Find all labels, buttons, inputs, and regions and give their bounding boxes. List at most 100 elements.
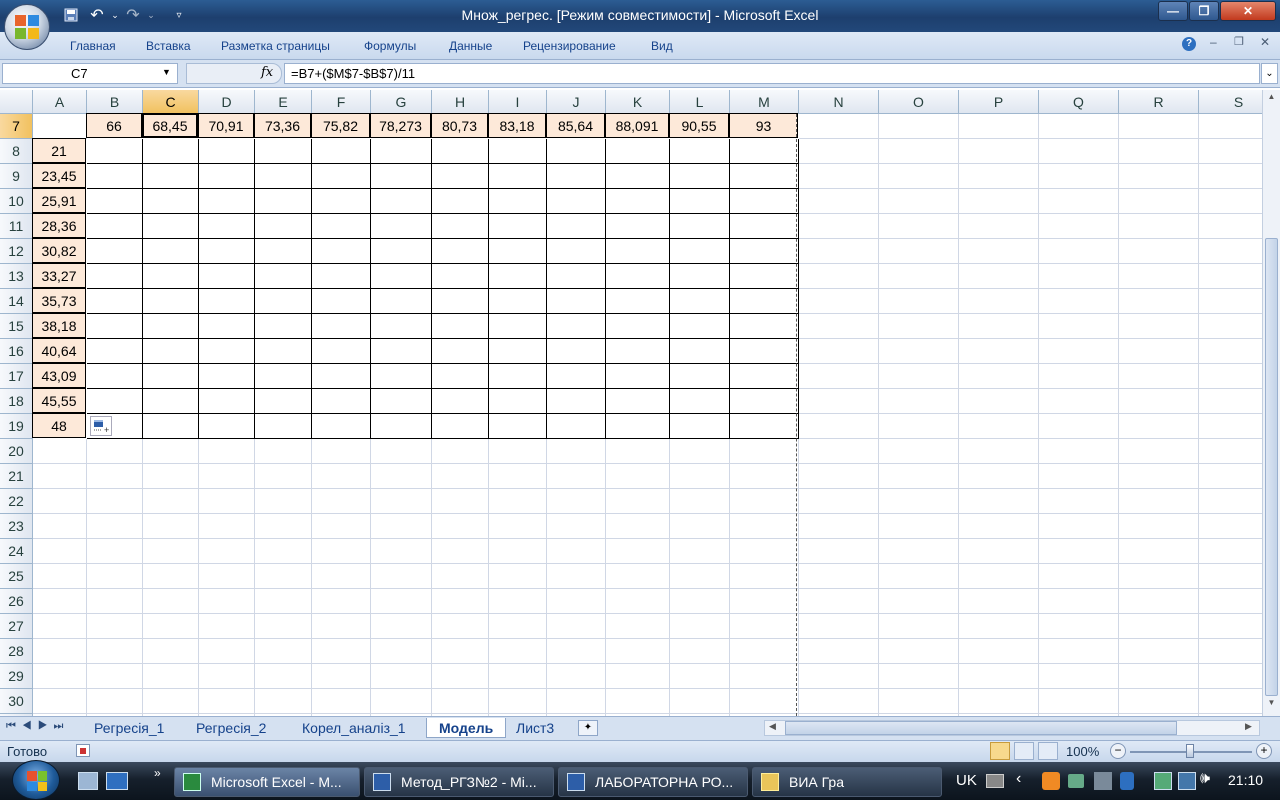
cell-e24[interactable] xyxy=(255,539,312,564)
cell-m15[interactable] xyxy=(730,314,799,339)
cell-o18[interactable] xyxy=(879,389,959,414)
cell-r15[interactable] xyxy=(1119,314,1199,339)
name-box[interactable]: C7 xyxy=(2,63,178,84)
minimize-button[interactable]: — xyxy=(1158,1,1188,21)
cell-o9[interactable] xyxy=(879,164,959,189)
cell-j13[interactable] xyxy=(547,264,606,289)
column-header-j[interactable]: J xyxy=(547,90,606,114)
cell-p14[interactable] xyxy=(959,289,1039,314)
redo-icon[interactable]: ↷ xyxy=(124,6,142,24)
cell-h26[interactable] xyxy=(432,589,489,614)
cell-j26[interactable] xyxy=(547,589,606,614)
cell-q25[interactable] xyxy=(1039,564,1119,589)
cell-m10[interactable] xyxy=(730,189,799,214)
cell-r12[interactable] xyxy=(1119,239,1199,264)
cell-n12[interactable] xyxy=(799,239,879,264)
cell-p29[interactable] xyxy=(959,664,1039,689)
cell-b14[interactable] xyxy=(87,289,143,314)
cell-j17[interactable] xyxy=(547,364,606,389)
cell-o21[interactable] xyxy=(879,464,959,489)
cell-b21[interactable] xyxy=(87,464,143,489)
scroll-left-icon[interactable]: ◀ xyxy=(769,721,776,732)
cell-s12[interactable] xyxy=(1199,239,1262,264)
row-header-16[interactable]: 16 xyxy=(0,339,33,364)
autofill-options-icon[interactable]: + xyxy=(90,416,112,436)
cell-i12[interactable] xyxy=(489,239,547,264)
cell-c10[interactable] xyxy=(143,189,199,214)
cell-e14[interactable] xyxy=(255,289,312,314)
undo-dropdown-icon[interactable]: ⌄ xyxy=(106,6,124,24)
cell-q27[interactable] xyxy=(1039,614,1119,639)
cell-m17[interactable] xyxy=(730,364,799,389)
cell-h17[interactable] xyxy=(432,364,489,389)
cell-p30[interactable] xyxy=(959,689,1039,714)
cell-m30[interactable] xyxy=(730,689,799,714)
cell-e17[interactable] xyxy=(255,364,312,389)
cell-q18[interactable] xyxy=(1039,389,1119,414)
tray-network-icon[interactable] xyxy=(1068,774,1084,788)
tray-app-icon[interactable] xyxy=(1042,772,1060,790)
keyboard-icon[interactable] xyxy=(986,774,1004,788)
cell-c27[interactable] xyxy=(143,614,199,639)
cell-r30[interactable] xyxy=(1119,689,1199,714)
cell-i21[interactable] xyxy=(489,464,547,489)
cell-h30[interactable] xyxy=(432,689,489,714)
cell-j21[interactable] xyxy=(547,464,606,489)
zoom-out-icon[interactable]: − xyxy=(1110,743,1126,759)
cell-h20[interactable] xyxy=(432,439,489,464)
cell-f25[interactable] xyxy=(312,564,371,589)
cell-f15[interactable] xyxy=(312,314,371,339)
scroll-right-icon[interactable]: ▶ xyxy=(1245,721,1252,732)
cell-a8[interactable]: 21 xyxy=(32,138,86,163)
cell-h7[interactable]: 80,73 xyxy=(431,113,488,138)
cell-j15[interactable] xyxy=(547,314,606,339)
cell-p19[interactable] xyxy=(959,414,1039,439)
cell-i13[interactable] xyxy=(489,264,547,289)
cell-k21[interactable] xyxy=(606,464,670,489)
cell-i10[interactable] xyxy=(489,189,547,214)
cell-c7[interactable]: 68,45 xyxy=(142,113,198,138)
cell-l11[interactable] xyxy=(670,214,730,239)
page-break-view-icon[interactable] xyxy=(1038,742,1058,760)
cell-p26[interactable] xyxy=(959,589,1039,614)
cell-o17[interactable] xyxy=(879,364,959,389)
tab-review[interactable]: Рецензирование xyxy=(523,39,616,53)
row-header-23[interactable]: 23 xyxy=(0,514,33,539)
cell-g18[interactable] xyxy=(371,389,432,414)
cell-q15[interactable] xyxy=(1039,314,1119,339)
cell-l21[interactable] xyxy=(670,464,730,489)
cell-l9[interactable] xyxy=(670,164,730,189)
cell-f26[interactable] xyxy=(312,589,371,614)
tab-formulas[interactable]: Формулы xyxy=(364,39,416,53)
cell-b17[interactable] xyxy=(87,364,143,389)
cell-o29[interactable] xyxy=(879,664,959,689)
cell-b25[interactable] xyxy=(87,564,143,589)
cell-p12[interactable] xyxy=(959,239,1039,264)
formula-input[interactable]: =B7+($M$7-$B$7)/11 xyxy=(284,63,1260,84)
name-box-dropdown-icon[interactable]: ▼ xyxy=(162,67,171,77)
cell-g22[interactable] xyxy=(371,489,432,514)
row-header-22[interactable]: 22 xyxy=(0,489,33,514)
cell-l19[interactable] xyxy=(670,414,730,439)
column-header-g[interactable]: G xyxy=(371,90,432,114)
cell-f29[interactable] xyxy=(312,664,371,689)
cell-n27[interactable] xyxy=(799,614,879,639)
cell-d12[interactable] xyxy=(199,239,255,264)
cell-g24[interactable] xyxy=(371,539,432,564)
cell-c17[interactable] xyxy=(143,364,199,389)
cell-e25[interactable] xyxy=(255,564,312,589)
cell-b7[interactable]: 66 xyxy=(86,113,142,138)
cell-g16[interactable] xyxy=(371,339,432,364)
cell-f14[interactable] xyxy=(312,289,371,314)
cell-b12[interactable] xyxy=(87,239,143,264)
cell-f23[interactable] xyxy=(312,514,371,539)
cell-m8[interactable] xyxy=(730,139,799,164)
cell-c21[interactable] xyxy=(143,464,199,489)
cell-d18[interactable] xyxy=(199,389,255,414)
cell-h28[interactable] xyxy=(432,639,489,664)
cell-h19[interactable] xyxy=(432,414,489,439)
cell-m23[interactable] xyxy=(730,514,799,539)
cell-o8[interactable] xyxy=(879,139,959,164)
cell-g14[interactable] xyxy=(371,289,432,314)
cell-g23[interactable] xyxy=(371,514,432,539)
